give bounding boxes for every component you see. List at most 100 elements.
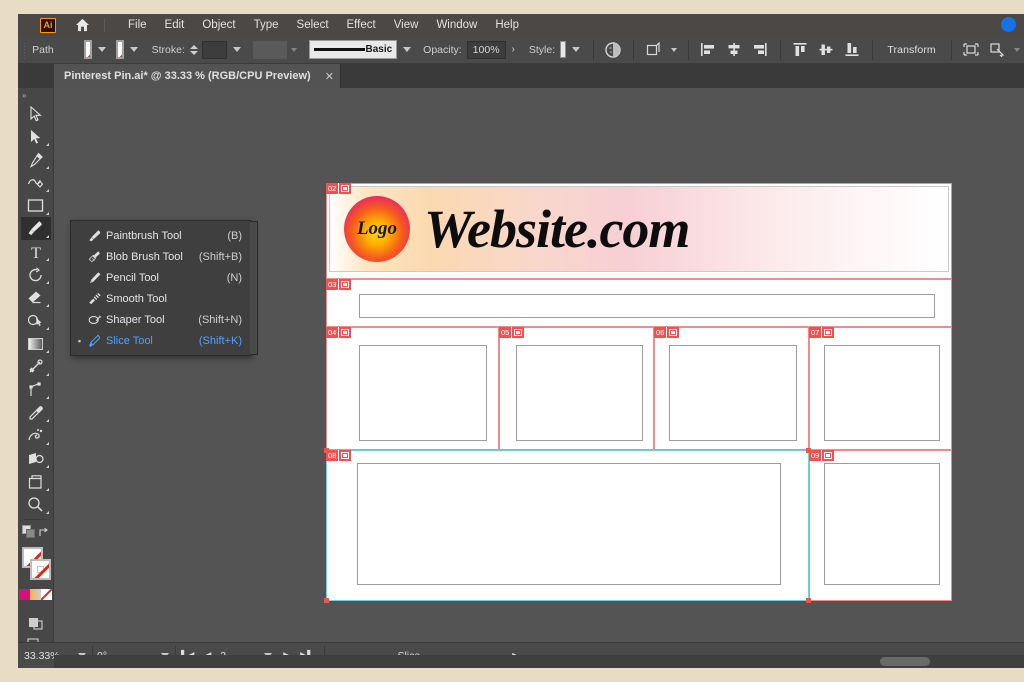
flyout-item-pencil-tool[interactable]: Pencil Tool (N) <box>71 267 250 288</box>
slice-02[interactable]: 02 Logo Website.com <box>326 183 952 279</box>
align-vertical-center-icon[interactable] <box>818 41 834 58</box>
control-bar-grip[interactable] <box>22 40 25 59</box>
free-transform-tool[interactable] <box>21 378 51 401</box>
tool-flyout-triangle-icon <box>45 327 49 330</box>
stroke-weight-input[interactable] <box>201 40 228 59</box>
avatar[interactable] <box>1001 17 1016 32</box>
close-icon[interactable]: ✕ <box>325 70 334 83</box>
shape-builder-tool[interactable] <box>21 309 51 332</box>
eraser-tool[interactable] <box>21 286 51 309</box>
tools-panel-grip[interactable]: » <box>18 88 53 102</box>
gradient-tool[interactable] <box>21 332 51 355</box>
slice-04[interactable]: 04 <box>326 327 499 450</box>
menu-item-window[interactable]: Window <box>427 16 486 34</box>
artboard-tool[interactable] <box>21 470 51 493</box>
align-top-icon[interactable] <box>792 41 808 58</box>
graphic-style-swatch[interactable] <box>560 41 567 58</box>
fill-chevron-down-icon[interactable] <box>97 47 106 52</box>
align-right-icon[interactable] <box>752 41 768 58</box>
arrange-icon[interactable] <box>646 41 662 58</box>
menu-item-select[interactable]: Select <box>288 16 338 34</box>
document-canvas[interactable]: 02 Logo Website.com 03 04 05 06 07 08 09 <box>54 88 1024 642</box>
align-bottom-icon[interactable] <box>844 41 860 58</box>
gradient-swatch[interactable] <box>30 589 41 600</box>
transform-button[interactable]: Transform <box>887 44 935 56</box>
fill-swatch[interactable] <box>83 40 92 59</box>
rectangle-tool[interactable] <box>21 194 51 217</box>
document-tab-title: Pinterest Pin.ai* @ 33.33 % (RGB/CPU Pre… <box>64 70 311 82</box>
slice-09[interactable]: 09 <box>809 450 952 601</box>
brush-stroke-preview <box>314 48 366 51</box>
stroke-weight-stepper[interactable] <box>189 44 198 55</box>
default-fill-stroke-icon[interactable] <box>22 525 35 543</box>
slice-08[interactable]: 08 <box>324 448 811 603</box>
arrange-chevron-down-icon[interactable] <box>670 47 677 52</box>
paintbrush-tool[interactable] <box>20 217 51 240</box>
slice-image-icon <box>514 329 523 336</box>
slice-03[interactable]: 03 <box>326 279 952 327</box>
type-tool[interactable]: T <box>21 240 51 263</box>
style-chevron-down-icon[interactable] <box>572 47 581 52</box>
flyout-item-smooth-tool[interactable]: Smooth Tool <box>71 288 250 309</box>
slice-number: 02 <box>328 183 337 193</box>
flyout-item-paintbrush-tool[interactable]: Paintbrush Tool (B) <box>71 225 250 246</box>
tool-flyout-triangle-icon <box>45 189 49 192</box>
selection-tool[interactable] <box>21 102 51 125</box>
header-banner: Logo Website.com <box>329 186 949 272</box>
slice-handle-br[interactable] <box>806 598 811 603</box>
opacity-options-icon[interactable]: › <box>512 44 515 55</box>
direct-selection-tool[interactable] <box>21 125 51 148</box>
curvature-tool[interactable] <box>21 171 51 194</box>
flyout-item-blob-brush-tool[interactable]: Blob Brush Tool (Shift+B) <box>71 246 250 267</box>
select-similar-icon[interactable] <box>989 41 1005 58</box>
none-swatch[interactable] <box>41 589 52 600</box>
menu-item-object[interactable]: Object <box>193 16 244 34</box>
recolor-artwork-icon[interactable] <box>605 41 622 58</box>
menu-item-edit[interactable]: Edit <box>156 16 194 34</box>
menu-item-type[interactable]: Type <box>245 16 288 34</box>
draw-normal-icon[interactable] <box>21 611 51 634</box>
menu-item-view[interactable]: View <box>385 16 428 34</box>
home-icon[interactable] <box>74 17 90 33</box>
isolate-selected-icon[interactable] <box>963 41 979 58</box>
slice-07[interactable]: 07 <box>809 327 952 450</box>
slice-image-icon <box>824 329 833 336</box>
slice-05[interactable]: 05 <box>499 327 654 450</box>
slice-handle-bl[interactable] <box>324 598 329 603</box>
brush-definition-select[interactable]: Basic <box>309 40 398 59</box>
color-swatch[interactable] <box>19 589 30 600</box>
slice-image-icon <box>824 452 833 459</box>
stroke-profile-input[interactable] <box>253 40 288 59</box>
flyout-item-slice-tool[interactable]: ▪ Slice Tool (Shift+K) <box>71 330 250 351</box>
toolbar-stroke-swatch[interactable] <box>30 559 51 580</box>
color-mode-row <box>18 523 53 545</box>
zoom-tool[interactable] <box>21 493 51 516</box>
stroke-weight-chevron-down-icon[interactable] <box>233 47 242 52</box>
artboard[interactable]: 02 Logo Website.com 03 04 05 06 07 08 09 <box>324 183 952 603</box>
horizontal-scrollbar-thumb[interactable] <box>880 657 930 666</box>
opacity-input[interactable]: 100% <box>466 40 506 59</box>
eyedropper-tool[interactable] <box>21 401 51 424</box>
stroke-swatch[interactable] <box>115 40 124 59</box>
swap-fill-stroke-icon[interactable] <box>38 525 49 543</box>
control-overflow-chevron-icon[interactable] <box>1014 47 1021 52</box>
rotate-tool[interactable] <box>21 263 51 286</box>
width-tool[interactable] <box>21 355 51 378</box>
menu-item-help[interactable]: Help <box>486 16 528 34</box>
menu-item-effect[interactable]: Effect <box>338 16 385 34</box>
menu-item-file[interactable]: File <box>119 16 156 34</box>
flyout-item-shaper-tool[interactable]: Shaper Tool (Shift+N) <box>71 309 250 330</box>
flyout-tearoff-strip[interactable] <box>250 221 258 355</box>
pen-tool[interactable] <box>21 148 51 171</box>
slice-06[interactable]: 06 <box>654 327 809 450</box>
align-horizontal-center-icon[interactable] <box>726 41 742 58</box>
perspective-grid-tool[interactable] <box>21 447 51 470</box>
horizontal-scrollbar[interactable] <box>54 655 1024 668</box>
stroke-chevron-down-icon[interactable] <box>129 47 138 52</box>
flyout-item-shortcut: (Shift+K) <box>198 334 242 347</box>
document-tab[interactable]: Pinterest Pin.ai* @ 33.33 % (RGB/CPU Pre… <box>54 64 341 88</box>
symbol-sprayer-tool[interactable] <box>21 424 51 447</box>
brush-chevron-down-icon[interactable] <box>403 47 412 52</box>
align-left-icon[interactable] <box>700 41 716 58</box>
stroke-profile-chevron-down-icon[interactable] <box>291 47 298 52</box>
